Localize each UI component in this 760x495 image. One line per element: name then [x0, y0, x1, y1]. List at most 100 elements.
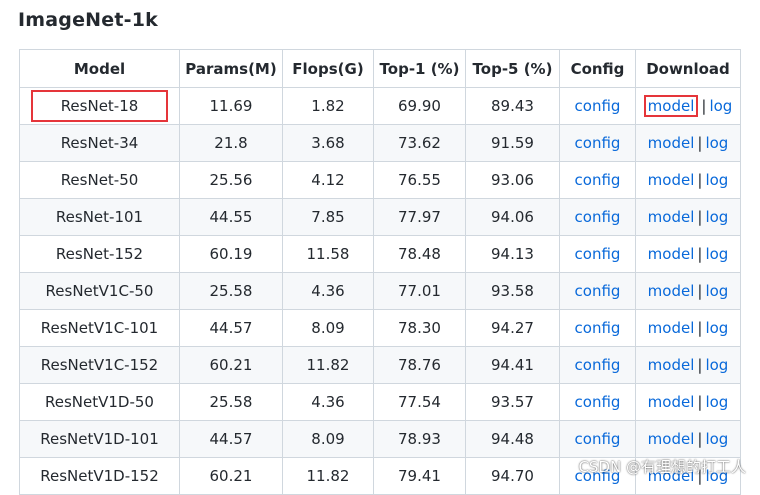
flops-cell: 4.36	[282, 272, 374, 310]
config-link[interactable]: config	[575, 430, 621, 448]
model-download-link[interactable]: model	[648, 356, 695, 374]
flops-cell: 7.85	[282, 198, 374, 236]
model-cell: ResNetV1C-101	[19, 309, 180, 347]
download-cell: model | log	[635, 124, 741, 162]
config-link[interactable]: config	[575, 171, 621, 189]
log-link[interactable]: log	[705, 171, 728, 189]
config-cell: config	[559, 383, 636, 421]
model-cell: ResNet-34	[19, 124, 180, 162]
config-link[interactable]: config	[575, 319, 621, 337]
header-top1: Top-1 (%)	[373, 49, 466, 88]
model-cell: ResNet-152	[19, 235, 180, 273]
config-link[interactable]: config	[575, 245, 621, 263]
header-top5: Top-5 (%)	[465, 49, 560, 88]
top5-cell: 89.43	[465, 87, 560, 125]
table-row: ResNetV1D-50 25.58 4.36 77.54 93.57 config mod…	[19, 383, 741, 421]
link-separator: |	[697, 134, 703, 152]
config-link[interactable]: config	[575, 282, 621, 300]
table-row: ResNet-18 11.69 1.82 69.90 89.43 config model |…	[19, 87, 741, 125]
log-link[interactable]: log	[705, 356, 728, 374]
model-cell: ResNet-50	[19, 161, 180, 199]
params-cell: 60.19	[179, 235, 283, 273]
results-table: Model Params(M) Flops(G) Top-1 (%) Top-5…	[19, 49, 741, 495]
model-cell: ResNetV1D-50	[19, 383, 180, 421]
top1-cell: 77.97	[373, 198, 466, 236]
table-row: ResNetV1C-101 44.57 8.09 78.30 94.27 config mo…	[19, 309, 741, 347]
top1-cell: 77.01	[373, 272, 466, 310]
config-link[interactable]: config	[575, 208, 621, 226]
link-separator: |	[697, 430, 703, 448]
top5-cell: 94.48	[465, 420, 560, 458]
model-cell: ResNetV1D-152	[19, 457, 180, 495]
params-cell: 44.55	[179, 198, 283, 236]
log-link[interactable]: log	[705, 430, 728, 448]
model-download-link[interactable]: model	[648, 245, 695, 263]
log-link[interactable]: log	[705, 245, 728, 263]
params-cell: 25.56	[179, 161, 283, 199]
top1-cell: 78.30	[373, 309, 466, 347]
model-cell: ResNet-18	[19, 87, 180, 125]
config-link[interactable]: config	[575, 97, 621, 115]
top5-cell: 91.59	[465, 124, 560, 162]
params-cell: 25.58	[179, 272, 283, 310]
model-name: ResNetV1D-50	[45, 393, 154, 411]
params-cell: 44.57	[179, 420, 283, 458]
config-cell: config	[559, 346, 636, 384]
table-row: ResNet-152 60.19 11.58 78.48 94.13 config mode…	[19, 235, 741, 273]
top5-cell: 94.41	[465, 346, 560, 384]
model-name-highlight: ResNet-18	[30, 90, 169, 122]
flops-cell: 11.82	[282, 457, 374, 495]
model-download-link[interactable]: model	[648, 208, 695, 226]
config-link[interactable]: config	[575, 393, 621, 411]
top1-cell: 69.90	[373, 87, 466, 125]
top5-cell: 93.06	[465, 161, 560, 199]
model-download-link[interactable]: model	[648, 430, 695, 448]
config-cell: config	[559, 309, 636, 347]
log-link[interactable]: log	[705, 319, 728, 337]
table-row: ResNetV1C-152 60.21 11.82 78.76 94.41 config m…	[19, 346, 741, 384]
log-link[interactable]: log	[705, 134, 728, 152]
config-cell: config	[559, 124, 636, 162]
download-cell: model | log	[635, 346, 741, 384]
log-link[interactable]: log	[705, 282, 728, 300]
model-download-link[interactable]: model	[648, 319, 695, 337]
top5-cell: 93.57	[465, 383, 560, 421]
config-link[interactable]: config	[575, 134, 621, 152]
link-separator: |	[697, 245, 703, 263]
model-download-link[interactable]: model	[648, 393, 695, 411]
flops-cell: 1.82	[282, 87, 374, 125]
config-link[interactable]: config	[575, 356, 621, 374]
top1-cell: 78.76	[373, 346, 466, 384]
model-name: ResNetV1C-152	[40, 356, 159, 374]
header-params: Params(M)	[179, 49, 283, 88]
model-name: ResNet-152	[55, 245, 144, 263]
log-link[interactable]: log	[705, 393, 728, 411]
log-link[interactable]: log	[709, 97, 732, 115]
params-cell: 60.21	[179, 346, 283, 384]
config-cell: config	[559, 87, 636, 125]
link-separator: |	[697, 171, 703, 189]
log-link[interactable]: log	[705, 208, 728, 226]
table-row: ResNet-34 21.8 3.68 73.62 91.59 config model | l…	[19, 124, 741, 162]
download-cell: model | log	[635, 420, 741, 458]
model-download-link[interactable]: model	[648, 171, 695, 189]
watermark: CSDN @有理想的打工人	[578, 458, 746, 476]
model-download-link[interactable]: model	[648, 282, 695, 300]
config-cell: config	[559, 420, 636, 458]
download-cell: model | log	[635, 309, 741, 347]
table-header-row: Model Params(M) Flops(G) Top-1 (%) Top-5…	[19, 49, 741, 88]
config-cell: config	[559, 272, 636, 310]
model-name: ResNet-50	[60, 171, 139, 189]
download-cell: model | log	[635, 198, 741, 236]
params-cell: 25.58	[179, 383, 283, 421]
model-name: ResNetV1C-50	[45, 282, 154, 300]
config-cell: config	[559, 198, 636, 236]
params-cell: 60.21	[179, 457, 283, 495]
model-download-link[interactable]: model	[643, 95, 699, 117]
model-download-link[interactable]: model	[648, 134, 695, 152]
model-cell: ResNetV1C-152	[19, 346, 180, 384]
params-cell: 21.8	[179, 124, 283, 162]
top5-cell: 94.13	[465, 235, 560, 273]
flops-cell: 4.36	[282, 383, 374, 421]
params-cell: 11.69	[179, 87, 283, 125]
